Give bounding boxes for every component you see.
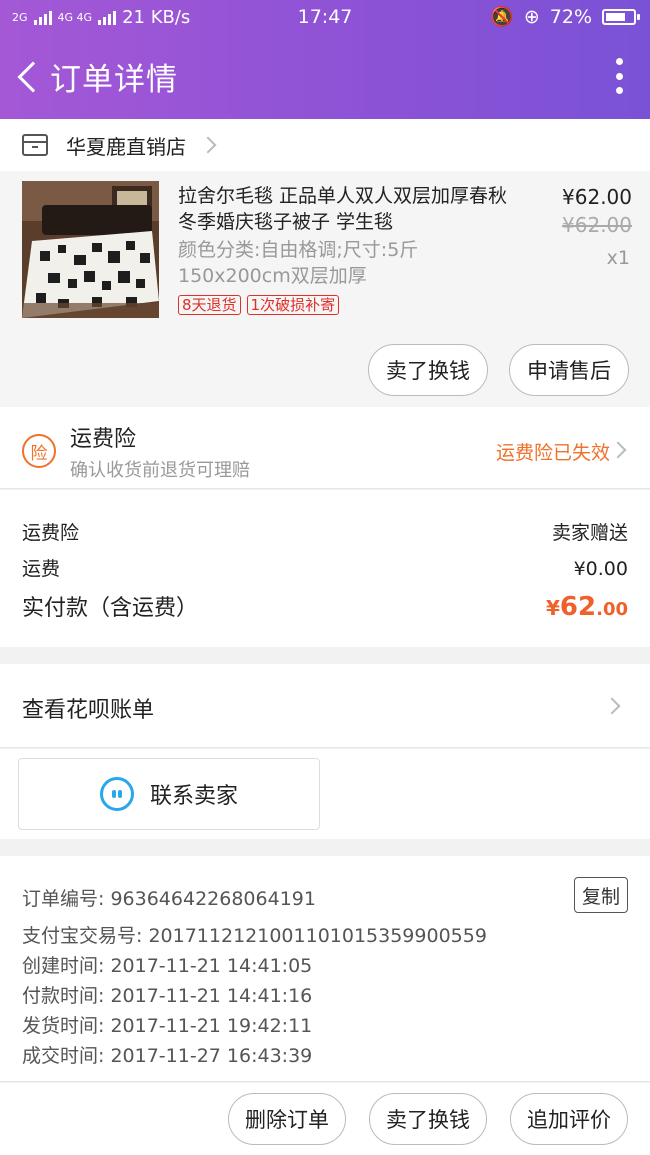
cost-summary: 运费险 卖家赠送 运费 ¥0.00 实付款（含运费） ¥62.00 [0, 490, 650, 647]
store-name: 华夏鹿直销店 [66, 134, 186, 159]
freight-insurance-row[interactable]: 险 运费险 确认收货前退货可理赔 运费险已失效 [0, 407, 650, 489]
order-number-line: 订单编号: 96364642268064191 [22, 884, 316, 911]
sell-for-cash-button-bottom[interactable]: 卖了换钱 [369, 1093, 487, 1145]
paid-decimal: .00 [596, 599, 628, 620]
huabei-bill-row[interactable]: 查看花呗账单 [0, 664, 650, 748]
mute-icon: 🔕 [490, 6, 514, 28]
copy-button[interactable]: 复制 [574, 877, 628, 913]
product-title: 拉舍尔毛毯 正品单人双人双层加厚春秋冬季婚庆毯子被子 学生毯 [178, 185, 508, 233]
paid-time-label: 付款时间: [22, 985, 105, 1007]
service-tags: 8天退货 1次破损补寄 [178, 295, 340, 315]
blanket-image [22, 181, 159, 318]
tag-return: 8天退货 [178, 295, 241, 315]
paid-amount-row: 实付款（含运费） ¥62.00 [22, 590, 628, 622]
chevron-left-icon [17, 60, 49, 93]
order-number: 96364642268064191 [110, 888, 316, 910]
huabei-label: 查看花呗账单 [22, 698, 155, 723]
dot-icon [615, 58, 623, 65]
completed-label: 成交时间: [22, 1045, 105, 1067]
page-title: 订单详情 [50, 62, 178, 98]
alipay-label: 支付宝交易号: [22, 925, 143, 947]
created-time-line: 创建时间: 2017-11-21 14:41:05 [22, 951, 312, 978]
order-info: 订单编号: 96364642268064191 复制 支付宝交易号: 20171… [0, 856, 650, 1082]
rotation-lock-icon: ⊕ [523, 5, 540, 28]
product-original-price: ¥62.00 [562, 213, 632, 237]
product-image[interactable] [22, 181, 159, 318]
insurance-cost-row: 运费险 卖家赠送 [22, 518, 628, 545]
battery-fill [606, 12, 625, 21]
dot-icon [615, 72, 623, 80]
contact-seller-button[interactable]: 联系卖家 [18, 758, 320, 830]
completed-time-line: 成交时间: 2017-11-27 16:43:39 [22, 1041, 312, 1068]
shipped-label: 发货时间: [22, 1015, 105, 1037]
store-row[interactable]: 华夏鹿直销店 [0, 119, 650, 171]
created-time: 2017-11-21 14:41:05 [110, 955, 313, 977]
paid-currency: ¥ [546, 596, 560, 620]
insurance-cost-value: 卖家赠送 [551, 522, 628, 544]
more-menu-button[interactable] [614, 58, 624, 94]
top-bar: 2G 4G 4G 21 KB/s 17:47 🔕 ⊕ 72% 订单详情 [0, 0, 650, 119]
status-bar: 2G 4G 4G 21 KB/s 17:47 🔕 ⊕ 72% [0, 0, 650, 34]
chat-face-icon [99, 777, 134, 811]
product-quantity: x1 [606, 247, 630, 269]
battery-percent: 72% [549, 5, 592, 28]
alipay-number-line: 支付宝交易号: 2017112121001101015359900559 [22, 921, 487, 948]
completed-time: 2017-11-27 16:43:39 [110, 1045, 313, 1067]
bottom-action-bar: 删除订单 卖了换钱 追加评价 [0, 1083, 650, 1155]
product-sku: 颜色分类:自由格调;尺寸:5斤150x200cm双层加厚 [178, 239, 419, 287]
paid-time-line: 付款时间: 2017-11-21 14:41:16 [22, 981, 312, 1008]
order-number-label: 订单编号: [22, 888, 105, 910]
alipay-number: 2017112121001101015359900559 [148, 925, 487, 947]
after-sale-button[interactable]: 申请售后 [509, 344, 629, 396]
contact-section: 联系卖家 [0, 749, 650, 839]
back-button[interactable] [6, 47, 50, 107]
product-price: ¥62.00 [562, 185, 632, 209]
store-icon [22, 134, 48, 156]
sell-for-cash-button[interactable]: 卖了换钱 [368, 344, 488, 396]
dot-icon [615, 87, 623, 94]
paid-amount: ¥62.00 [546, 592, 628, 622]
chevron-right-icon [609, 441, 627, 459]
shipped-time-line: 发货时间: 2017-11-21 19:42:11 [22, 1011, 312, 1038]
insurance-subtitle: 确认收货前退货可理赔 [70, 460, 250, 481]
insurance-cost-label: 运费险 [22, 522, 80, 544]
shipping-value: ¥0.00 [573, 558, 628, 580]
contact-seller-label: 联系卖家 [149, 784, 238, 809]
insurance-icon: 险 [22, 434, 56, 468]
battery-icon [602, 8, 640, 25]
tag-damage: 1次破损补寄 [246, 295, 340, 315]
shipping-cost-row: 运费 ¥0.00 [22, 554, 628, 581]
header: 订单详情 [0, 34, 650, 119]
shipping-label: 运费 [22, 558, 61, 580]
insurance-status: 运费险已失效 [495, 442, 610, 464]
add-review-button[interactable]: 追加评价 [510, 1093, 628, 1145]
paid-label: 实付款（含运费） [22, 596, 199, 621]
paid-integer: 62 [559, 592, 597, 622]
created-label: 创建时间: [22, 955, 105, 977]
chevron-right-icon [199, 136, 217, 154]
insurance-title: 运费险 [70, 427, 137, 452]
paid-time: 2017-11-21 14:41:16 [110, 985, 313, 1007]
product-card[interactable]: 拉舍尔毛毯 正品单人双人双层加厚春秋冬季婚庆毯子被子 学生毯 颜色分类:自由格调… [0, 171, 650, 407]
shipped-time: 2017-11-21 19:42:11 [110, 1015, 313, 1037]
chevron-right-icon [603, 697, 621, 715]
delete-order-button[interactable]: 删除订单 [228, 1093, 346, 1145]
